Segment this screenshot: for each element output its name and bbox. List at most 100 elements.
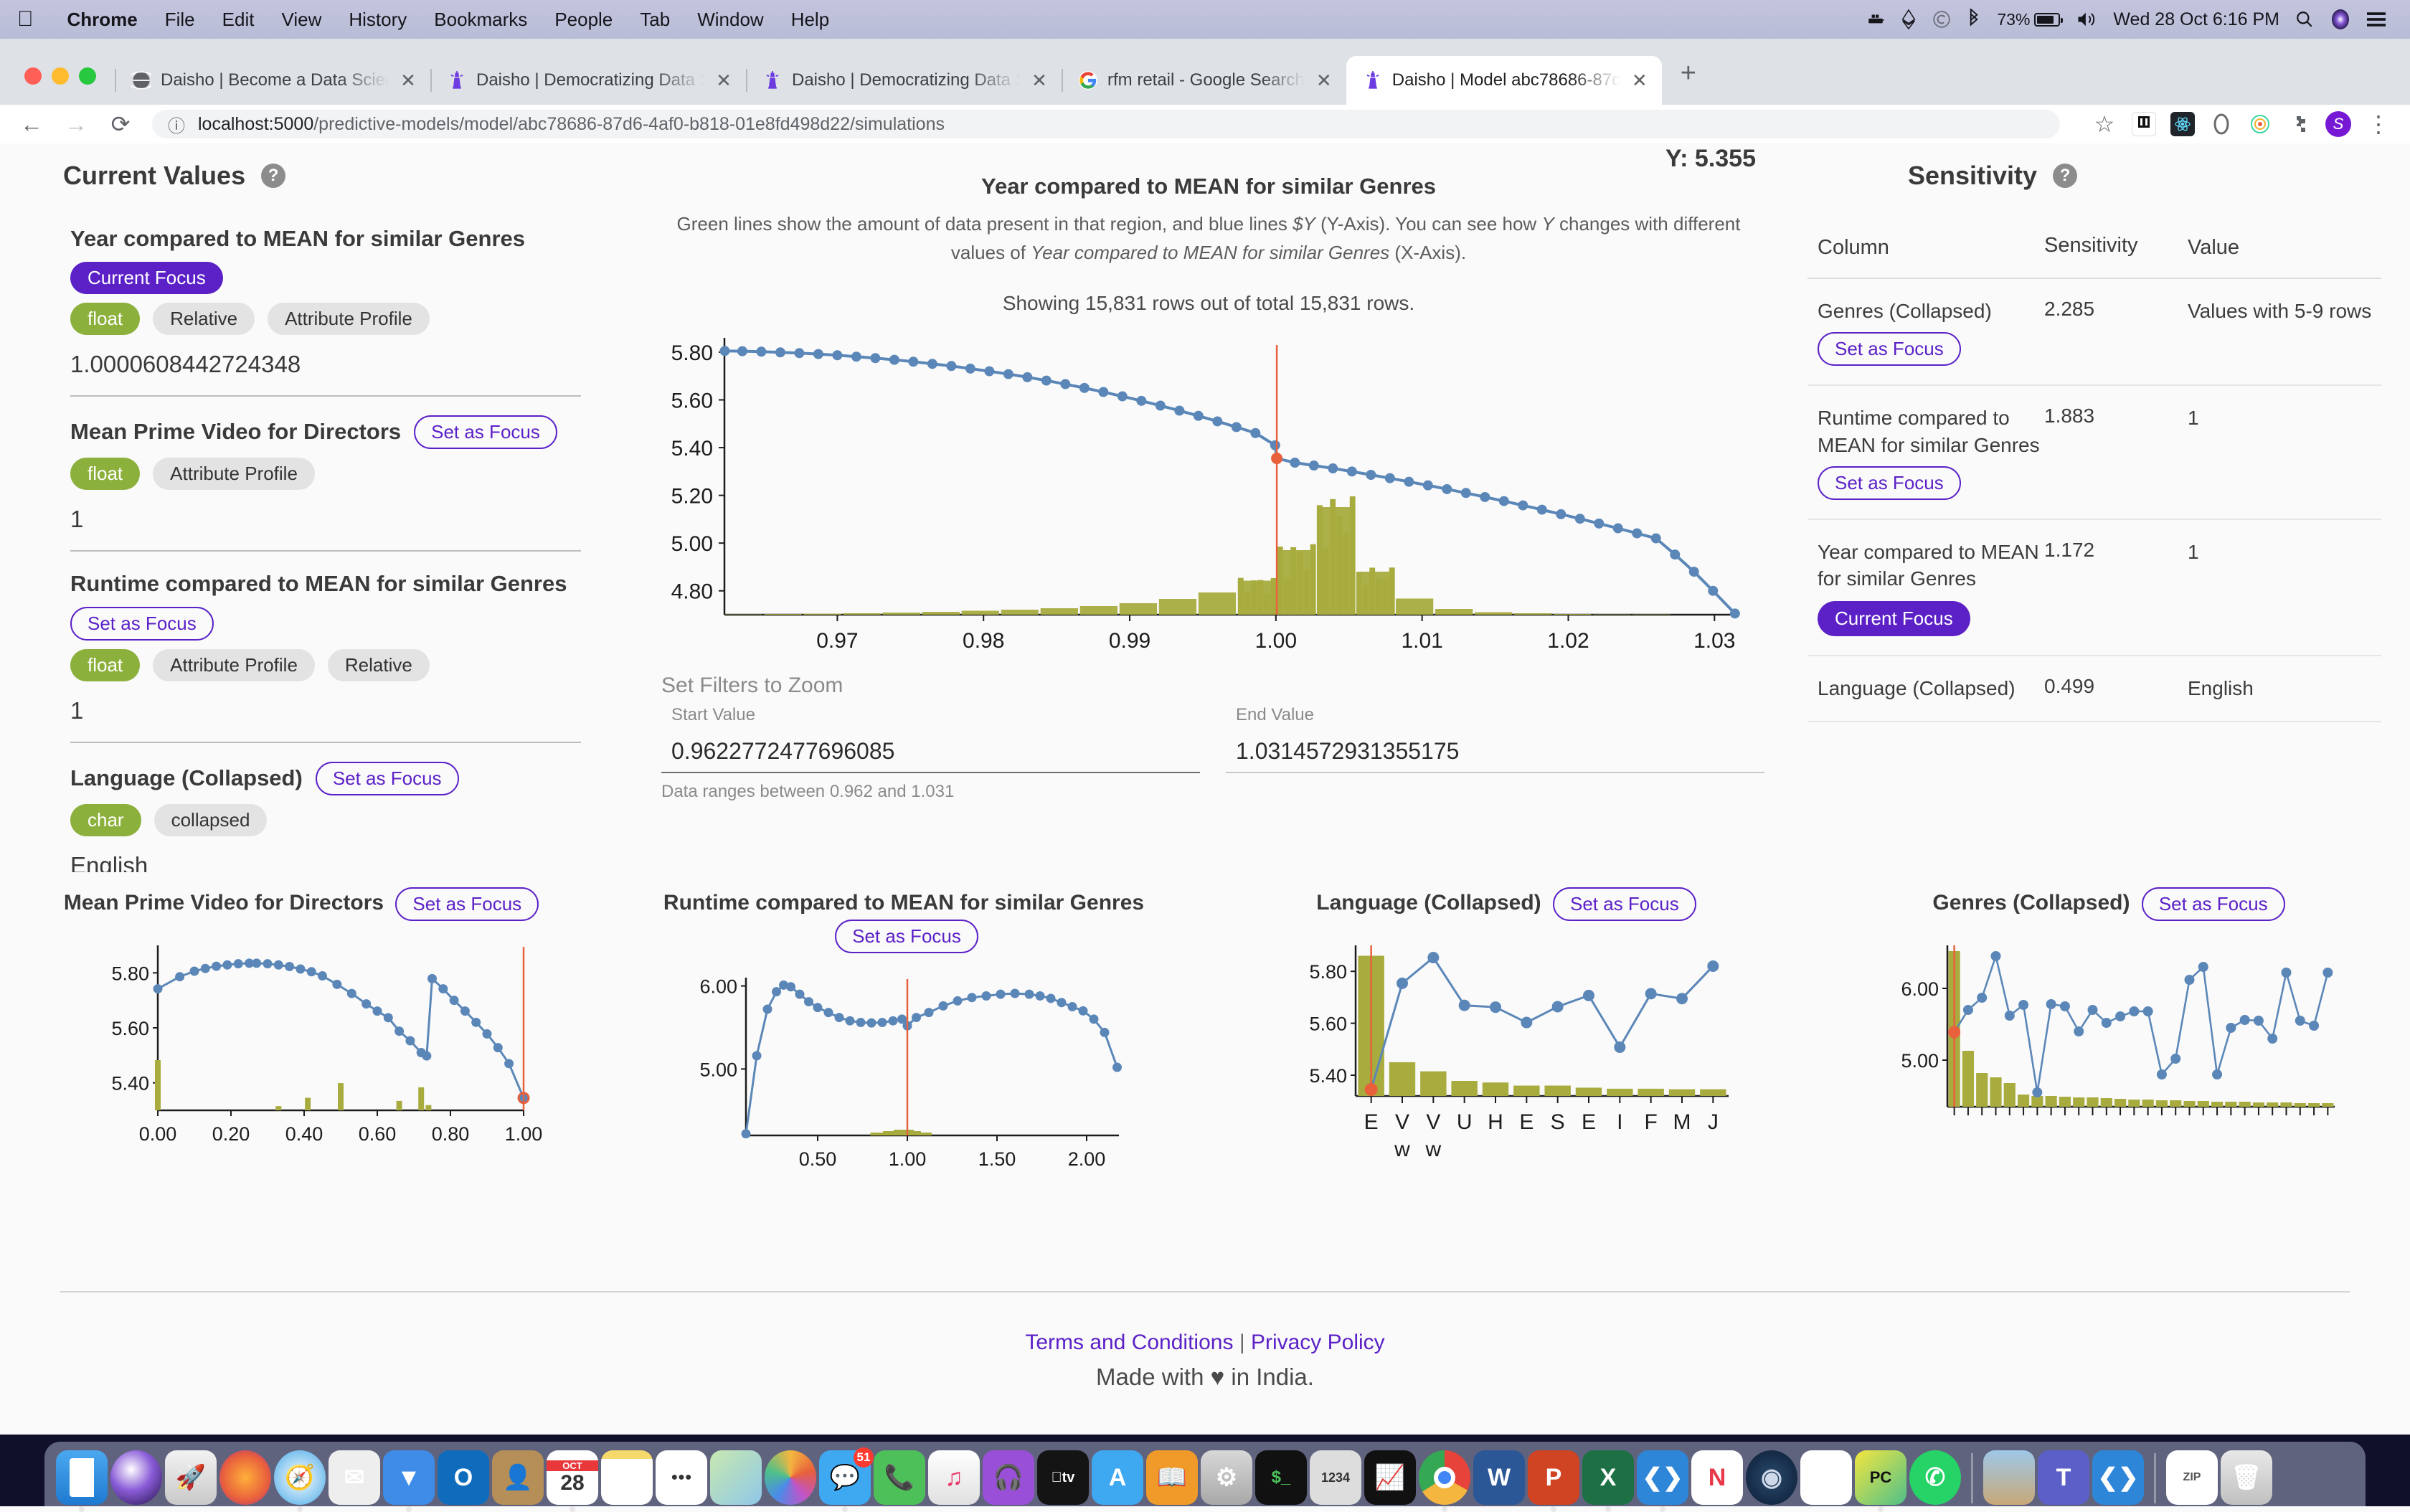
word-icon[interactable]: W bbox=[1473, 1450, 1525, 1505]
menu-chrome[interactable]: Chrome bbox=[54, 9, 151, 31]
finder-icon[interactable] bbox=[56, 1450, 108, 1505]
calculator-icon[interactable]: 1234 bbox=[1310, 1450, 1361, 1505]
browser-tab-3[interactable]: Daisho | Democratizing Data S ✕ bbox=[746, 56, 1062, 105]
info-icon[interactable]: ⓘ bbox=[168, 112, 185, 137]
current-value-number[interactable]: 1 bbox=[70, 506, 581, 543]
set-as-focus-button[interactable]: Set as Focus bbox=[414, 415, 557, 449]
set-as-focus-button[interactable]: Set as Focus bbox=[835, 920, 978, 953]
reload-icon[interactable]: ⟳ bbox=[108, 110, 133, 138]
mail-icon[interactable]: ✉ bbox=[329, 1450, 380, 1505]
arrow-left-icon[interactable]: ← bbox=[19, 111, 44, 138]
adblock-icon[interactable] bbox=[2209, 112, 2234, 136]
current-value-number[interactable]: 1.0000608442724348 bbox=[70, 351, 581, 388]
new-tab-button[interactable]: + bbox=[1662, 58, 1715, 105]
clock[interactable]: Wed 28 Oct 6:16 PM bbox=[2113, 9, 2279, 30]
steam-icon[interactable]: ◉ bbox=[1746, 1450, 1797, 1505]
whatsapp-icon[interactable]: ✆ bbox=[1909, 1450, 1961, 1505]
address-bar[interactable]: ⓘ localhost:5000/predictive-models/model… bbox=[152, 110, 2060, 138]
app-store-icon[interactable]: A bbox=[1092, 1450, 1143, 1505]
music-icon[interactable]: ♫ bbox=[928, 1450, 980, 1505]
news-icon[interactable]: N bbox=[1691, 1450, 1743, 1505]
close-tab-icon[interactable]: ✕ bbox=[713, 70, 734, 92]
menu-history[interactable]: History bbox=[335, 9, 420, 31]
set-as-focus-button[interactable]: Set as Focus bbox=[395, 887, 539, 921]
menu-help[interactable]: Help bbox=[778, 9, 843, 31]
calendar-icon[interactable]: OCT28 bbox=[547, 1450, 598, 1505]
terminal-icon[interactable]: $_ bbox=[1255, 1450, 1307, 1505]
browser-tab-1[interactable]: Daisho | Become a Data Scienc ✕ bbox=[115, 56, 430, 105]
end-value-field[interactable]: End Value 1.0314572931355175 bbox=[1226, 705, 1764, 773]
help-icon[interactable]: ? bbox=[261, 164, 285, 188]
menu-view[interactable]: View bbox=[268, 9, 335, 31]
powerpoint-icon[interactable]: P bbox=[1528, 1450, 1579, 1505]
menu-people[interactable]: People bbox=[541, 9, 626, 31]
close-tab-icon[interactable]: ✕ bbox=[1029, 70, 1050, 92]
mini-chart-svg[interactable]: 5.405.605.80EVwVwUHESEIFMJ bbox=[1255, 931, 1757, 1175]
siri-icon[interactable] bbox=[2330, 9, 2351, 30]
docker-icon[interactable] bbox=[1866, 10, 1885, 29]
start-value-field[interactable]: Start Value 0.9622772477696085 bbox=[661, 705, 1200, 773]
search-icon[interactable] bbox=[2295, 10, 2314, 29]
close-window-button[interactable] bbox=[24, 67, 42, 85]
control-center-icon[interactable] bbox=[2367, 11, 2386, 27]
zip-file-icon[interactable]: ZIP bbox=[2166, 1450, 2218, 1505]
arrow-right-icon[interactable]: → bbox=[63, 111, 89, 138]
menu-window[interactable]: Window bbox=[684, 9, 777, 31]
main-chart[interactable]: 4.805.005.205.405.605.800.970.980.991.00… bbox=[631, 328, 1786, 665]
kebab-menu-icon[interactable]: ⋮ bbox=[2366, 110, 2391, 138]
end-value-input[interactable]: 1.0314572931355175 bbox=[1226, 725, 1764, 773]
window-controls[interactable] bbox=[0, 67, 115, 105]
pycharm-icon[interactable]: PC bbox=[1855, 1450, 1906, 1505]
menu-edit[interactable]: Edit bbox=[209, 9, 268, 31]
contacts-icon[interactable]: 👤 bbox=[492, 1450, 544, 1505]
close-tab-icon[interactable]: ✕ bbox=[397, 70, 419, 92]
close-tab-icon[interactable]: ✕ bbox=[1629, 70, 1650, 92]
mini-chart-svg[interactable]: 5.006.000.501.001.502.00 bbox=[653, 963, 1155, 1178]
siri-dock-icon[interactable] bbox=[110, 1450, 162, 1505]
terms-link[interactable]: Terms and Conditions bbox=[1025, 1331, 1233, 1354]
privacy-link[interactable]: Privacy Policy bbox=[1251, 1331, 1385, 1354]
set-as-focus-button[interactable]: Set as Focus bbox=[1818, 332, 1961, 366]
ethereum-icon[interactable] bbox=[1901, 9, 1917, 29]
current-value-number[interactable]: English bbox=[70, 852, 581, 873]
set-as-focus-button[interactable]: Set as Focus bbox=[1818, 466, 1961, 500]
profile-avatar[interactable]: S bbox=[2325, 111, 2351, 137]
books-icon[interactable]: 📖 bbox=[1146, 1450, 1198, 1505]
puzzle-icon[interactable] bbox=[2287, 112, 2311, 136]
set-as-focus-button[interactable]: Set as Focus bbox=[2142, 887, 2285, 921]
bluetooth-icon[interactable] bbox=[1967, 9, 1981, 30]
star-icon[interactable]: ☆ bbox=[2092, 110, 2117, 138]
start-value-input[interactable]: 0.9622772477696085 bbox=[661, 725, 1200, 773]
volume-icon[interactable] bbox=[2076, 10, 2097, 29]
current-value-number[interactable]: 1 bbox=[70, 697, 581, 734]
launchpad-icon[interactable]: 🚀 bbox=[165, 1450, 217, 1505]
reminders-icon[interactable]: ●●● bbox=[656, 1450, 707, 1505]
browser-tab-5-active[interactable]: Daisho | Model abc78686-87d ✕ bbox=[1346, 56, 1662, 105]
set-as-focus-button[interactable]: Set as Focus bbox=[1553, 887, 1696, 921]
vscode-window-icon[interactable]: ❮❯ bbox=[2092, 1450, 2144, 1505]
main-chart-svg[interactable]: 4.805.005.205.405.605.800.970.980.991.00… bbox=[631, 328, 1750, 665]
notes-icon[interactable] bbox=[601, 1450, 653, 1505]
help-icon[interactable]: ? bbox=[2053, 164, 2077, 188]
maximize-window-button[interactable] bbox=[79, 67, 96, 85]
set-as-focus-button[interactable]: Set as Focus bbox=[70, 607, 214, 641]
menu-bookmarks[interactable]: Bookmarks bbox=[420, 9, 541, 31]
menu-tab[interactable]: Tab bbox=[626, 9, 684, 31]
dropbox-icon[interactable]: ▼ bbox=[383, 1450, 435, 1505]
vscode-icon[interactable]: ❮❯ bbox=[1637, 1450, 1688, 1505]
safari-icon[interactable]: 🧭 bbox=[274, 1450, 326, 1505]
browser-tab-2[interactable]: Daisho | Democratizing Data S ✕ bbox=[430, 56, 746, 105]
excel-icon[interactable]: X bbox=[1582, 1450, 1634, 1505]
apple-logo-icon[interactable]:  bbox=[17, 9, 34, 30]
maps-icon[interactable] bbox=[710, 1450, 762, 1505]
podcasts-icon[interactable]: 🎧 bbox=[983, 1450, 1034, 1505]
apple-tv-icon[interactable]: tv bbox=[1037, 1450, 1089, 1505]
outlook-icon[interactable]: O bbox=[438, 1450, 489, 1505]
facetime-icon[interactable]: 📞 bbox=[874, 1450, 925, 1505]
minimize-window-button[interactable] bbox=[52, 67, 69, 85]
chrome-icon[interactable] bbox=[1419, 1450, 1470, 1505]
spiral-icon[interactable] bbox=[1932, 10, 1951, 29]
browser-tab-4[interactable]: rfm retail - Google Search ✕ bbox=[1062, 56, 1346, 105]
dolby-voice-icon[interactable] bbox=[2132, 112, 2156, 136]
close-tab-icon[interactable]: ✕ bbox=[1313, 70, 1335, 92]
